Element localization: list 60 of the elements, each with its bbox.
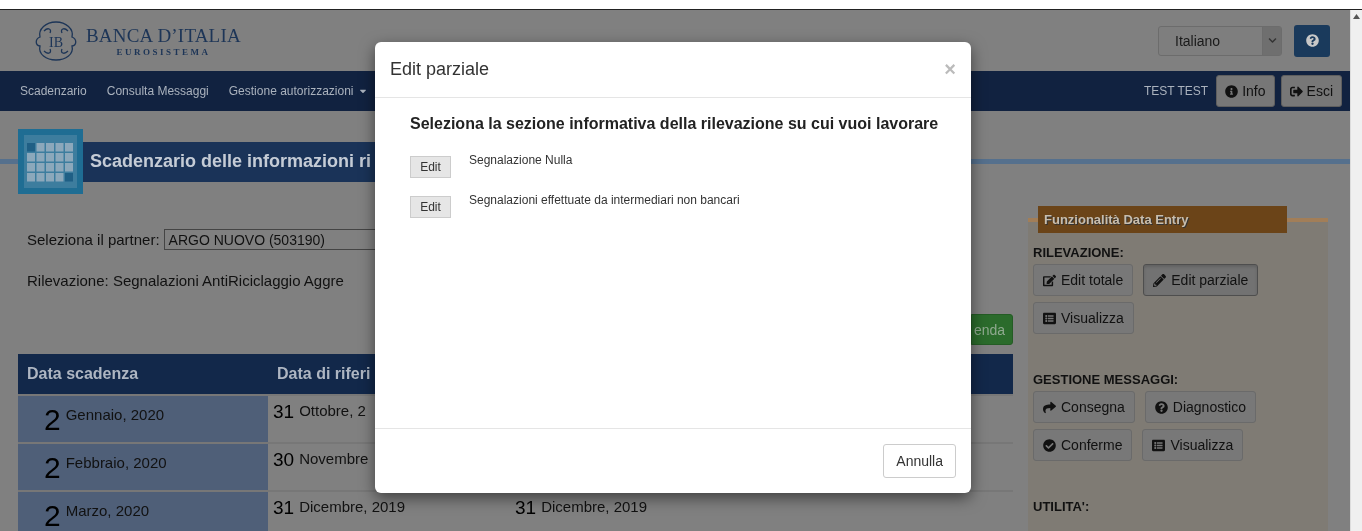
action-button[interactable]: Consegna [1033, 391, 1135, 423]
help-button[interactable] [1294, 24, 1330, 57]
logo-title: BANCA D’ITALIA [86, 24, 241, 47]
day-number: 31 [273, 400, 295, 424]
nav-link[interactable]: Consulta Messaggi [96, 84, 219, 98]
logout-icon [1289, 84, 1303, 98]
share-arrow-icon [1043, 400, 1056, 414]
user-name: TEST TEST [1143, 84, 1209, 98]
chevron-down-icon [1267, 36, 1277, 45]
edit-button[interactable]: Edit [410, 156, 451, 178]
section-title: UTILITA': [1033, 499, 1091, 514]
language-select[interactable]: Italiano [1158, 25, 1282, 56]
section-label: Segnalazioni effettuate da intermediari non bancari [469, 193, 740, 207]
month-year: Marzo, 2020 [65, 501, 150, 521]
month-year: Novembre [299, 449, 369, 469]
page-title: Scadenzario delle informazioni ri [90, 151, 372, 172]
action-button[interactable]: Visualizza [1033, 302, 1134, 334]
month-year: Ottobre, 2 [299, 401, 366, 421]
modal-title: Edit parziale [390, 59, 490, 80]
list-icon [1152, 438, 1166, 452]
day-number: 2 [44, 450, 61, 486]
day-number: 31 [273, 496, 295, 520]
section-label: Segnalazione Nulla [469, 153, 573, 167]
action-button[interactable]: Visualizza [1142, 429, 1244, 461]
logout-button[interactable]: Esci [1280, 75, 1342, 107]
section-title: RILEVAZIONE: [1033, 245, 1125, 260]
help-icon [1305, 34, 1319, 47]
scroll-up-icon [1353, 13, 1360, 19]
cancel-button[interactable]: Annulla [883, 444, 956, 478]
scrollbar[interactable] [1350, 10, 1362, 531]
rilevazione-text: Rilevazione: Segnalazioni AntiRiciclaggio Aggre [27, 272, 344, 289]
day-number: 31 [515, 496, 537, 520]
day-number: 2 [44, 498, 61, 531]
modal-heading: Seleziona la sezione informativa della rilevazione su cui vuoi lavorare [410, 115, 940, 133]
action-button[interactable]: Edit parziale [1143, 264, 1259, 296]
nav-link[interactable]: Gestione autorizzazioni [218, 84, 378, 98]
month-year: Dicembre, 2019 [541, 497, 648, 517]
pencil-icon [1153, 273, 1167, 287]
month-year: Gennaio, 2020 [65, 405, 165, 425]
partner-label: Seleziona il partner: [27, 231, 160, 248]
action-button[interactable]: Conferme [1033, 429, 1133, 461]
action-button[interactable]: Diagnostico [1144, 391, 1256, 423]
section-title: GESTIONE MESSAGGI: [1033, 372, 1180, 387]
panel-legend: Funzionalità Data Entry [1038, 206, 1287, 233]
action-button[interactable]: Edit totale [1033, 264, 1134, 296]
day-number: 30 [273, 448, 295, 472]
nav-link[interactable]: Scadenzario [10, 84, 97, 98]
column-header: Data scadenza [18, 354, 268, 394]
action-button[interactable]: enda [971, 314, 1013, 345]
month-year: Febbraio, 2020 [65, 453, 167, 473]
list-icon [1043, 311, 1056, 325]
info-icon [1225, 84, 1239, 98]
edit-button[interactable]: Edit [410, 196, 451, 218]
question-icon [1154, 400, 1168, 414]
month-year: Dicembre, 2019 [299, 497, 406, 517]
logo-subtitle: EUROSISTEMA [116, 46, 211, 57]
calendar-icon [18, 129, 83, 194]
edit-icon [1043, 273, 1056, 287]
info-button[interactable]: Info [1216, 75, 1275, 107]
day-number: 2 [44, 402, 61, 438]
